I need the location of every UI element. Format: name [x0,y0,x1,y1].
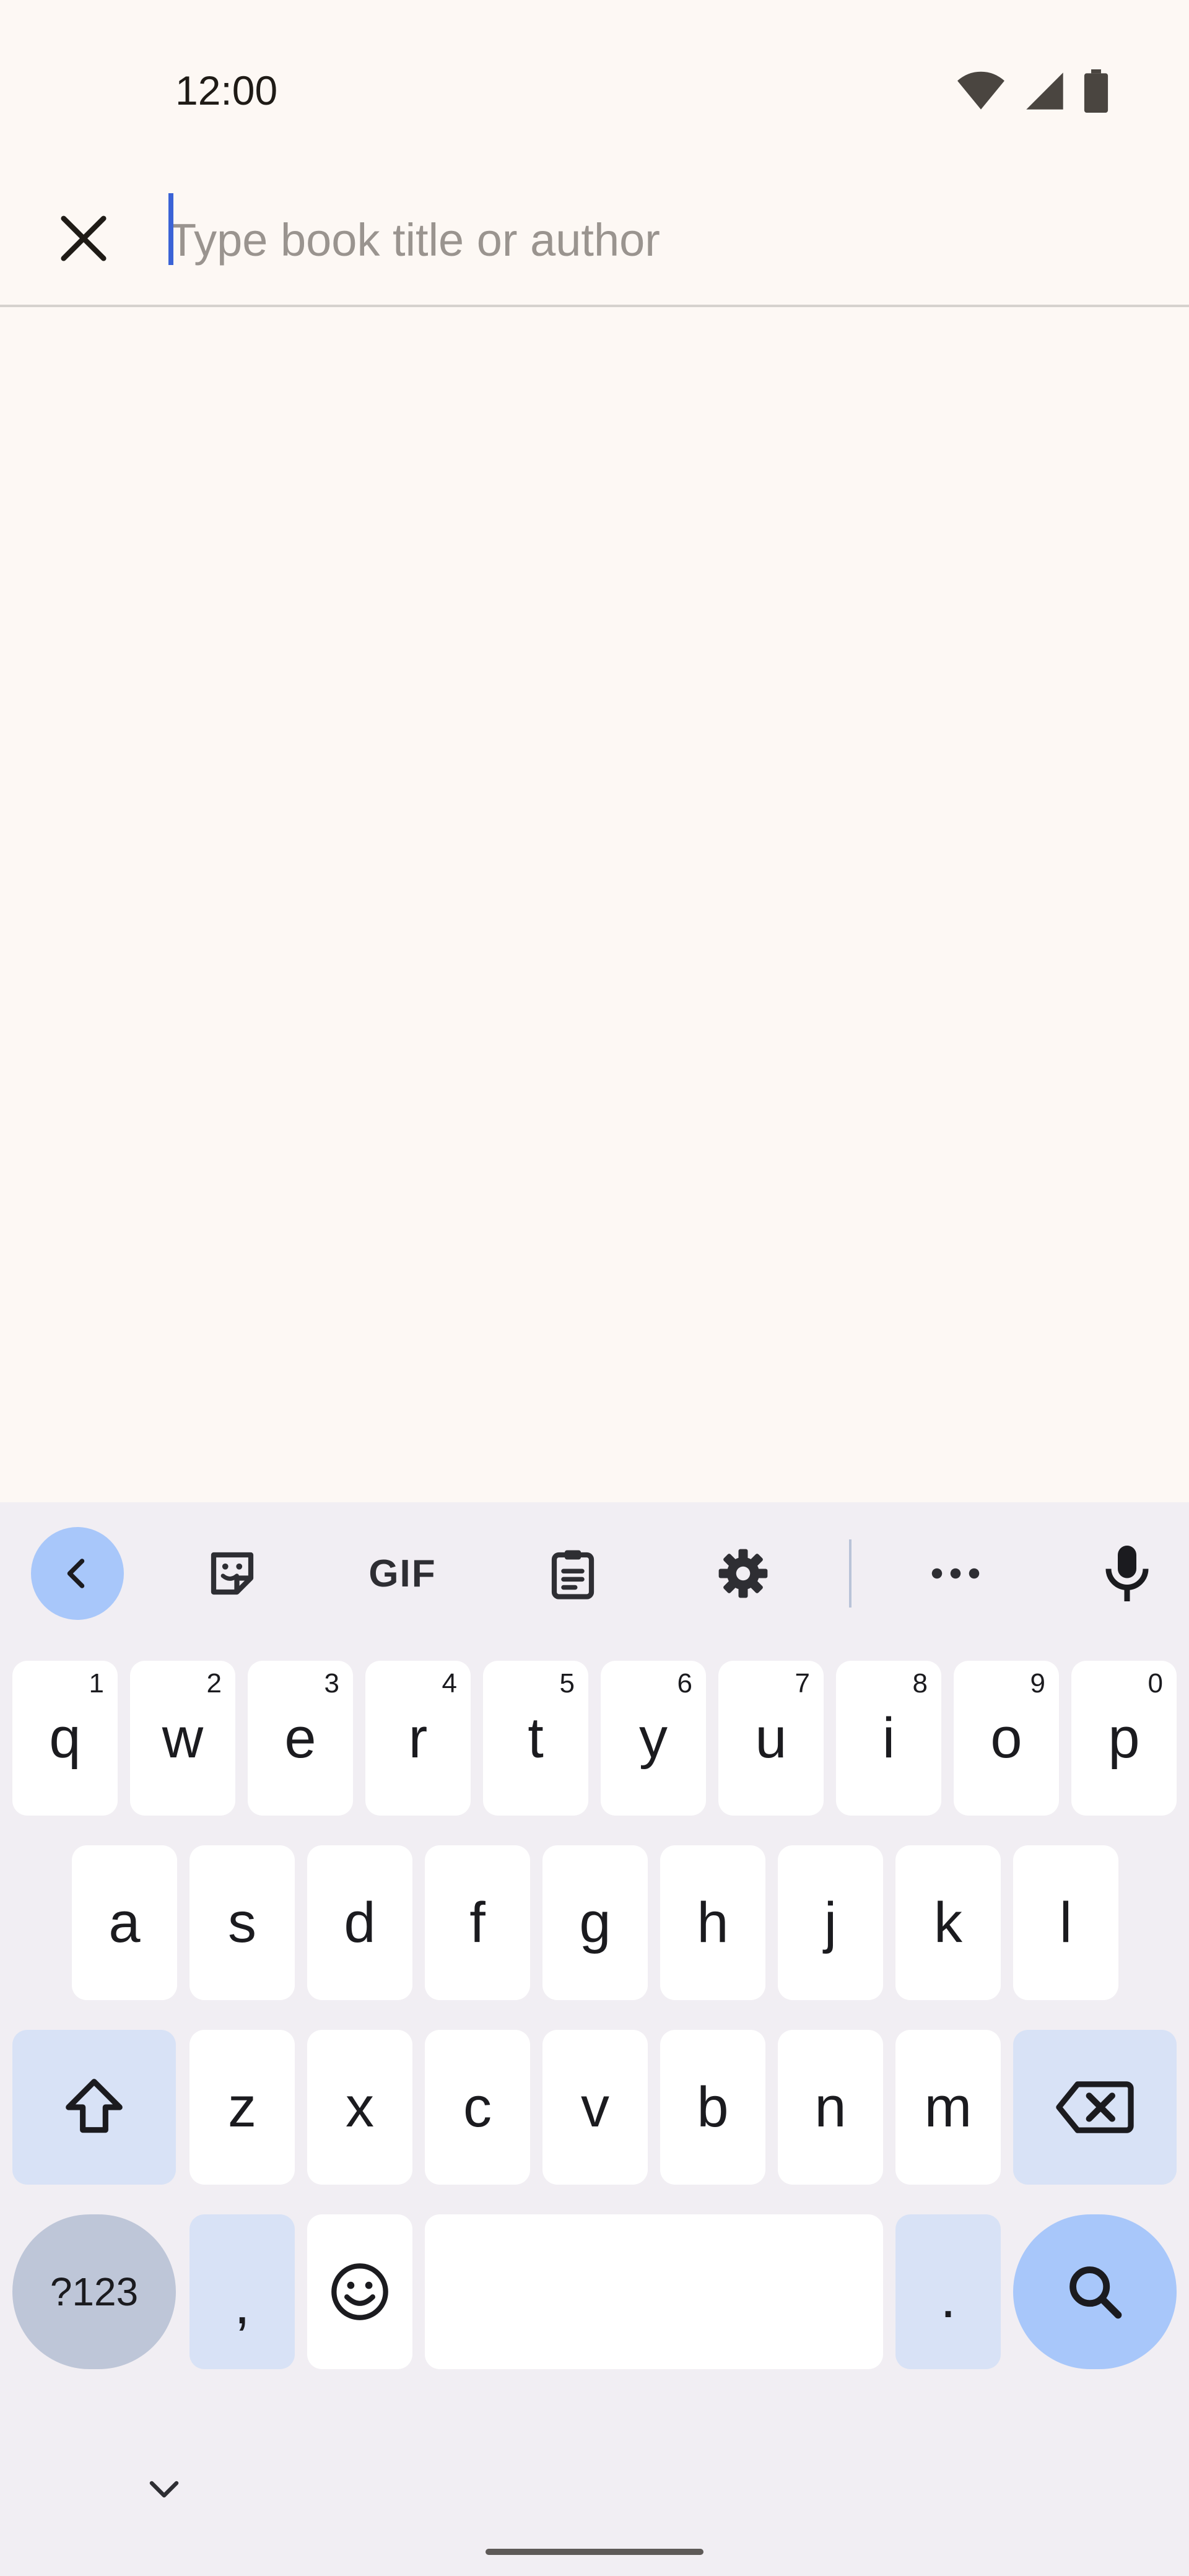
toolbar-back-button[interactable] [31,1527,124,1620]
key-a[interactable]: a [72,1845,177,2000]
key-o[interactable]: o9 [954,1661,1059,1816]
gif-button[interactable]: GIF [356,1527,449,1620]
sticker-icon [211,1552,254,1595]
key-i[interactable]: i8 [836,1661,941,1816]
keyboard: GIF q 1 w 2 e 3 r 4 t 5 y 6 u 7 i 8 o 9 … [0,1502,1189,2576]
keyboard-toolbar: GIF [0,1502,1189,1645]
status-bar: 12:00 [0,0,1189,180]
key-u[interactable]: u7 [718,1661,824,1816]
microphone-icon [1105,1546,1149,1601]
search-results-area [0,310,1189,1502]
search-icon [1069,2266,1122,2319]
key-m[interactable]: m [895,2030,1001,2185]
search-bar [0,180,1189,307]
status-icons [956,69,1108,113]
voice-input-button[interactable] [1081,1527,1174,1620]
key-c[interactable]: c [425,2030,530,2185]
close-icon [61,215,107,261]
search-key[interactable] [1013,2214,1177,2369]
back-arrow-icon [67,1559,85,1588]
key-l[interactable]: l [1013,1845,1118,2000]
key-d[interactable]: d [307,1845,412,2000]
space-key[interactable] [425,2214,883,2369]
sticker-button[interactable] [186,1527,279,1620]
key-x[interactable]: x [307,2030,412,2185]
period-key[interactable]: . [895,2214,1001,2369]
backspace-key[interactable] [1013,2030,1177,2185]
key-p[interactable]: p0 [1071,1661,1177,1816]
status-time: 12:00 [175,67,278,113]
chevron-down-icon [149,2481,179,2498]
key-r[interactable]: r4 [365,1661,471,1816]
key-n[interactable]: n [778,2030,883,2185]
close-button[interactable] [50,204,118,272]
backspace-icon [1056,2081,1134,2133]
clipboard-button[interactable] [526,1527,619,1620]
key-s[interactable]: s [189,1845,295,2000]
key-k[interactable]: k [895,1845,1001,2000]
more-button[interactable] [909,1527,1002,1620]
key-h[interactable]: h [660,1845,765,2000]
key-e[interactable]: e3 [248,1661,353,1816]
key-b[interactable]: b [660,2030,765,2185]
key-f[interactable]: f [425,1845,530,2000]
home-indicator[interactable] [486,2549,703,2555]
clipboard-icon [551,1550,594,1599]
toolbar-divider [849,1539,851,1608]
hide-keyboard-button[interactable] [136,2465,192,2514]
key-q[interactable]: q1 [12,1661,118,1816]
key-v[interactable]: v [542,2030,648,2185]
key-w[interactable]: w2 [130,1661,235,1816]
symbols-key[interactable]: ?123 [12,2214,176,2369]
key-z[interactable]: z [189,2030,295,2185]
more-icon [931,1568,980,1579]
shift-key[interactable] [12,2030,176,2185]
gif-icon: GIF [368,1552,437,1595]
comma-key[interactable]: , [189,2214,295,2369]
cell-signal-icon [1026,72,1063,110]
settings-button[interactable] [697,1527,790,1620]
battery-icon [1084,69,1108,113]
text-cursor [168,193,173,265]
emoji-icon [331,2263,388,2320]
shift-icon [66,2079,123,2133]
emoji-key[interactable] [307,2214,412,2369]
key-g[interactable]: g [542,1845,648,2000]
search-input[interactable] [168,193,1135,286]
wifi-icon [957,71,1004,110]
key-j[interactable]: j [778,1845,883,2000]
key-t[interactable]: t5 [483,1661,588,1816]
gear-icon [718,1549,768,1598]
key-y[interactable]: y6 [601,1661,706,1816]
